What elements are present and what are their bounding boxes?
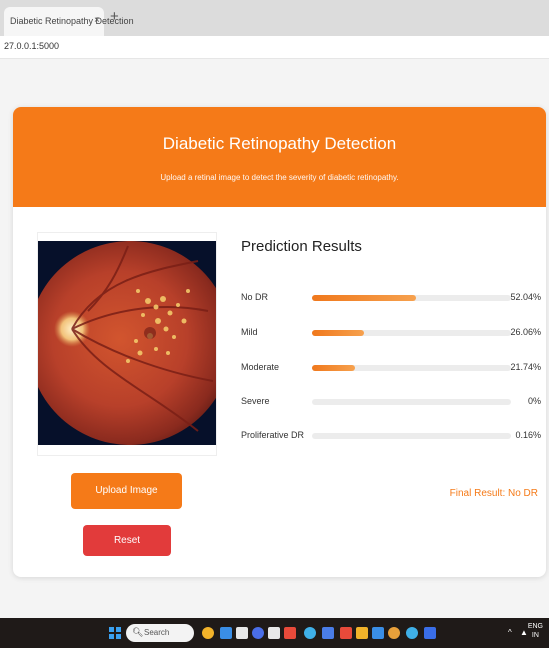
result-bar-track: [312, 433, 511, 439]
new-tab-icon[interactable]: +: [110, 8, 119, 25]
result-value: 21.74%: [510, 362, 541, 372]
os-taskbar: 🔍︎ Search ^ ▲ ENG IN: [0, 618, 549, 648]
retinal-image-frame: [37, 232, 217, 456]
retinal-image: [38, 241, 216, 445]
result-value: 0%: [527, 396, 541, 406]
result-row-moderate: Moderate 21.74%: [241, 361, 541, 377]
chrome-icon[interactable]: [388, 627, 400, 639]
folder-icon[interactable]: [356, 627, 368, 639]
app-icon[interactable]: [424, 627, 436, 639]
result-row-severe: Severe 0%: [241, 395, 541, 411]
result-bar-fill: [312, 365, 356, 371]
tab-close-icon[interactable]: ×: [94, 15, 100, 26]
app-icon[interactable]: [340, 627, 352, 639]
widgets-icon[interactable]: [202, 627, 214, 639]
header-banner: Diabetic Retinopathy Detection Upload a …: [13, 107, 546, 207]
reset-button[interactable]: Reset: [83, 525, 171, 556]
app-icon[interactable]: [252, 627, 264, 639]
language-code: ENG: [527, 623, 543, 630]
prediction-results-heading: Prediction Results: [241, 238, 362, 255]
result-row-mild: Mild 26.06%: [241, 326, 541, 342]
app-icon[interactable]: [372, 627, 384, 639]
final-result: Final Result: No DR: [449, 488, 538, 499]
result-label: No DR: [241, 292, 269, 302]
store-icon[interactable]: [268, 627, 280, 639]
taskbar-search-input[interactable]: 🔍︎ Search: [126, 624, 194, 642]
browser-tab-bar: Diabetic Retinopathy Detection × +: [0, 0, 549, 36]
result-label: Moderate: [241, 362, 280, 372]
result-bar-fill: [312, 330, 364, 336]
edge-icon[interactable]: [304, 627, 316, 639]
result-bar-track: [312, 399, 511, 405]
result-label: Mild: [241, 327, 258, 337]
result-value: 52.04%: [510, 292, 541, 302]
tray-chevron-up-icon[interactable]: ^: [508, 628, 512, 637]
windows-start-icon[interactable]: [109, 627, 121, 639]
result-bar-track: [312, 365, 511, 371]
vscode-icon[interactable]: [322, 627, 334, 639]
result-row-proliferative-dr: Proliferative DR 0.16%: [241, 429, 541, 445]
url-text[interactable]: 27.0.0.1:5000: [4, 41, 59, 51]
page-title: Diabetic Retinopathy Detection: [162, 134, 397, 153]
browser-tab[interactable]: Diabetic Retinopathy Detection ×: [4, 7, 134, 36]
result-value: 0.16%: [515, 430, 541, 440]
task-view-icon[interactable]: [220, 627, 232, 639]
upload-image-button[interactable]: Upload Image: [71, 473, 182, 509]
app-icon[interactable]: [284, 627, 296, 639]
file-explorer-icon[interactable]: [236, 627, 248, 639]
network-icon[interactable]: ▲: [520, 628, 528, 637]
result-label: Severe: [241, 396, 270, 406]
result-bar-track: [312, 330, 511, 336]
language-indicator[interactable]: ENG IN: [528, 622, 543, 640]
detection-card: Diabetic Retinopathy Detection Upload a …: [13, 107, 546, 577]
result-label: Proliferative DR: [241, 430, 305, 440]
result-row-no-dr: No DR 52.04%: [241, 291, 541, 307]
address-bar[interactable]: 27.0.0.1:5000: [0, 36, 549, 59]
language-region: IN: [531, 632, 539, 639]
page-subtitle: Upload a retinal image to detect the sev…: [160, 173, 399, 182]
result-bar-fill: [312, 295, 416, 301]
result-value: 26.06%: [510, 327, 541, 337]
app-icon[interactable]: [406, 627, 418, 639]
search-placeholder: Search: [144, 628, 170, 637]
search-icon: 🔍︎: [132, 627, 144, 637]
result-bar-track: [312, 295, 511, 301]
